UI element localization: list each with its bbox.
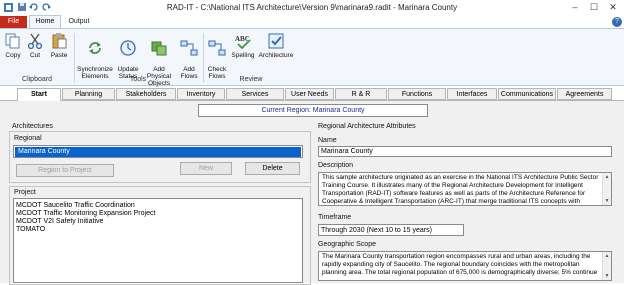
tab-inventory[interactable]: Inventory bbox=[177, 88, 225, 100]
tab-start[interactable]: Start bbox=[17, 88, 61, 102]
timeframe-label: Timeframe bbox=[318, 214, 352, 221]
add-objects-icon bbox=[151, 41, 167, 56]
ribbon-separator bbox=[203, 33, 204, 83]
timeframe-field[interactable]: Through 2030 (Next 10 to 15 years) bbox=[318, 224, 464, 236]
maximize-button[interactable]: ☐ bbox=[585, 1, 603, 14]
regional-list[interactable]: Marinara County bbox=[13, 145, 303, 158]
sync-icon bbox=[89, 42, 101, 54]
tab-stakeholders[interactable]: Stakeholders bbox=[116, 88, 176, 100]
tab-user-needs[interactable]: User Needs bbox=[285, 88, 334, 100]
tab-output[interactable]: Output bbox=[63, 16, 95, 28]
check-flows-icon bbox=[208, 40, 226, 56]
architecture-check-icon bbox=[268, 33, 284, 49]
architecture-label: Architecture bbox=[258, 52, 294, 59]
tab-communications[interactable]: Communications bbox=[498, 88, 556, 100]
paste-label: Paste bbox=[50, 52, 68, 59]
cut-label: Cut bbox=[29, 52, 41, 59]
tab-agreements[interactable]: Agreements bbox=[557, 88, 612, 100]
tab-file[interactable]: File bbox=[0, 16, 27, 28]
add-flows-button[interactable]: Add Flows bbox=[178, 32, 200, 80]
cut-button[interactable]: Cut bbox=[25, 32, 45, 59]
tools-group-label: Tools bbox=[129, 76, 147, 83]
help-icon[interactable]: ? bbox=[612, 17, 622, 27]
name-label: Name bbox=[318, 137, 337, 144]
clipboard-icon bbox=[52, 33, 67, 49]
region-to-project-button[interactable]: Region to Project bbox=[16, 164, 114, 177]
regional-item-selected[interactable]: Marinara County bbox=[15, 147, 301, 157]
check-flows-button[interactable]: Check Flows bbox=[206, 32, 228, 80]
spelling-button[interactable]: ABC Spelling bbox=[230, 32, 256, 59]
project-list-item[interactable]: MCDOT Saucelito Traffic Coordination bbox=[14, 202, 302, 210]
tab-services[interactable]: Services bbox=[226, 88, 284, 100]
scroll-down-icon[interactable]: ▼ bbox=[603, 197, 611, 205]
name-field[interactable]: Marinara County bbox=[318, 146, 612, 157]
attributes-label: Regional Architecture Attributes bbox=[318, 123, 416, 130]
tab-r-r[interactable]: R & R bbox=[335, 88, 387, 100]
copy-button[interactable]: Copy bbox=[3, 32, 23, 59]
current-region-banner: Current Region: Marinara County bbox=[198, 104, 428, 117]
regional-label: Regional bbox=[14, 135, 42, 142]
paste-button[interactable]: Paste bbox=[48, 32, 70, 59]
delete-button[interactable]: Delete bbox=[245, 162, 300, 175]
clipboard-group-label: Clipboard bbox=[22, 76, 52, 83]
description-label: Description bbox=[318, 162, 354, 169]
description-field[interactable]: This sample architecture originated as a… bbox=[318, 172, 612, 206]
copy-label: Copy bbox=[5, 52, 21, 59]
project-list-item[interactable]: TOMATO bbox=[14, 226, 302, 234]
tab-functions[interactable]: Functions bbox=[388, 88, 446, 100]
geographic-scope-label: Geographic Scope bbox=[318, 241, 376, 248]
flows-icon bbox=[180, 40, 198, 56]
project-list-item[interactable]: MCDOT V2I Safety Initiative bbox=[14, 218, 302, 226]
scope-scrollbar[interactable]: ▲ ▼ bbox=[602, 252, 611, 280]
spelling-icon: ABC bbox=[235, 35, 251, 50]
ribbon-separator bbox=[74, 33, 75, 83]
architectures-label: Architectures bbox=[12, 123, 53, 130]
minimize-button[interactable]: – bbox=[566, 1, 584, 14]
tab-interfaces[interactable]: Interfaces bbox=[447, 88, 497, 100]
close-button[interactable]: ✕ bbox=[604, 1, 622, 14]
synchronize-elements-button[interactable]: Synchronize Elements bbox=[76, 32, 114, 80]
geographic-scope-text: The Marinara County transportation regio… bbox=[322, 253, 598, 276]
scroll-down-icon[interactable]: ▼ bbox=[603, 272, 611, 280]
tab-planning[interactable]: Planning bbox=[62, 88, 115, 100]
update-status-button[interactable]: Update Status bbox=[115, 32, 141, 80]
window-title: RAD-IT - C:\National ITS Architecture\Ve… bbox=[166, 3, 458, 12]
description-scrollbar[interactable]: ▲ ▼ bbox=[602, 173, 611, 205]
scroll-up-icon[interactable]: ▲ bbox=[603, 252, 611, 260]
review-group-label: Review bbox=[239, 76, 263, 83]
geographic-scope-field[interactable]: The Marinara County transportation regio… bbox=[318, 251, 612, 281]
project-list-item[interactable]: MCDOT Traffic Monitoring Expansion Proje… bbox=[14, 210, 302, 218]
project-items: MCDOT Saucelito Traffic Coordination MCDO… bbox=[14, 199, 302, 234]
architecture-button[interactable]: Architecture bbox=[257, 32, 295, 59]
project-list[interactable]: MCDOT Saucelito Traffic Coordination MCDO… bbox=[13, 198, 303, 283]
clock-icon bbox=[120, 40, 136, 56]
copy-icon bbox=[5, 33, 20, 49]
new-button[interactable]: New bbox=[180, 162, 232, 175]
spelling-label: Spelling bbox=[231, 52, 255, 59]
scissors-icon bbox=[27, 33, 43, 50]
project-label: Project bbox=[14, 189, 36, 196]
scroll-up-icon[interactable]: ▲ bbox=[603, 173, 611, 181]
tab-home[interactable]: Home bbox=[29, 15, 61, 28]
description-text: This sample architecture originated as a… bbox=[322, 174, 599, 205]
